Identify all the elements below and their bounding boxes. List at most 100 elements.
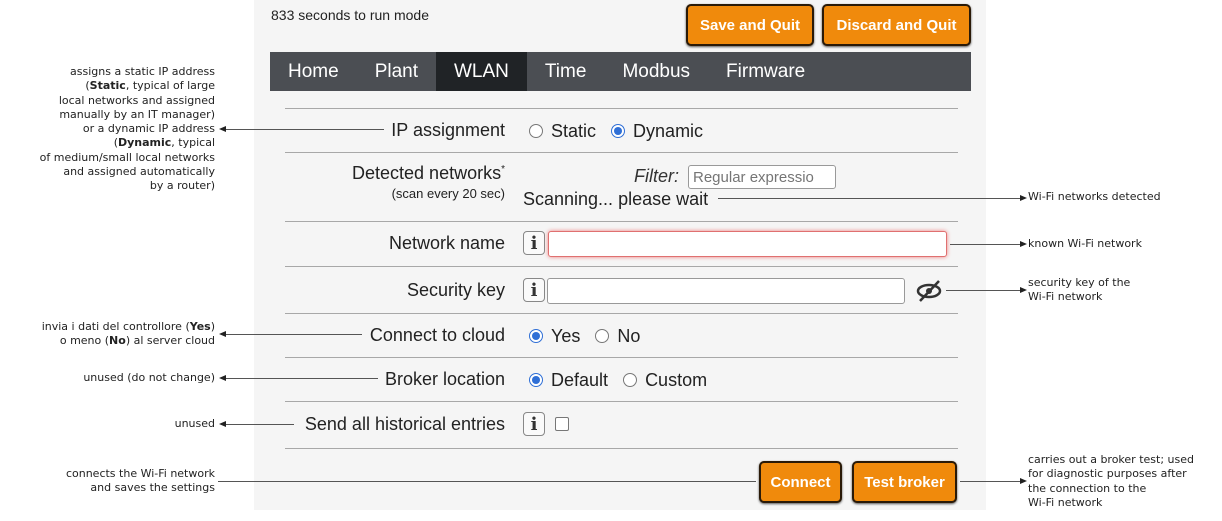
annotation-ip-assignment: assigns a static IP address (Static, typ… [40, 65, 215, 194]
annotation-connect: connects the Wi-Fi network and saves the… [66, 467, 215, 496]
leader-line [226, 334, 362, 335]
annotation-line: of medium/small local networks [39, 150, 215, 164]
annotation-line: manually by an IT manager) [59, 107, 215, 121]
info-icon[interactable]: i [523, 412, 545, 436]
leader-line [226, 424, 294, 425]
arrow-head [1020, 195, 1027, 201]
broker-location-label: Broker location [384, 369, 505, 389]
annotation-historical: unused [174, 417, 215, 430]
divider [285, 266, 958, 267]
radio-custom-label[interactable]: Custom [645, 370, 707, 390]
send-historical-checkbox[interactable] [555, 417, 569, 431]
leader-line [226, 378, 378, 379]
connect-to-cloud-label: Connect to cloud [369, 325, 505, 345]
broker-radio-group: Default Custom [529, 370, 717, 391]
divider [285, 108, 958, 109]
tab-home[interactable]: Home [270, 52, 357, 91]
annotation-line: the connection to the [1028, 481, 1147, 495]
arrow-head [1020, 241, 1027, 247]
asterisk: * [501, 164, 505, 175]
annotation-line: by a router) [149, 179, 215, 193]
radio-custom[interactable] [623, 373, 638, 387]
send-historical-label: Send all historical entries [304, 414, 505, 434]
annotation-line: Wi-Fi network [1028, 290, 1103, 304]
detected-networks-label: Detected networks* [352, 163, 505, 184]
annotation-line: Wi-Fi network [1028, 495, 1103, 509]
eye-slash-icon[interactable] [914, 279, 944, 303]
annotation-line: local networks and assigned [58, 93, 215, 107]
annotation-line: and assigned automatically [63, 165, 215, 179]
connect-button[interactable]: Connect [759, 461, 842, 503]
radio-yes[interactable] [529, 329, 543, 343]
annotation-bold: Dynamic [117, 136, 172, 150]
network-name-input[interactable] [548, 231, 947, 257]
annotation-line: connects the Wi-Fi network [65, 467, 215, 480]
annotation-security: security key of the Wi-Fi network [1028, 276, 1130, 305]
radio-static-label[interactable]: Static [551, 121, 596, 141]
tab-firmware[interactable]: Firmware [708, 52, 823, 91]
annotation-line: (Static, typical of large [40, 79, 215, 93]
radio-dynamic[interactable] [611, 124, 626, 138]
annotation-line: or a dynamic IP address [82, 122, 215, 136]
annotation-line: o meno (No) al server cloud [42, 334, 215, 348]
annotation-line: and saves the settings [90, 481, 215, 495]
annotation-text: ) al server cloud [125, 334, 215, 348]
leader-line [226, 129, 384, 130]
filter-label: Filter: [634, 166, 679, 186]
tab-modbus[interactable]: Modbus [604, 52, 708, 91]
ip-assignment-radio-group: Static Dynamic [529, 121, 713, 142]
leader-line [950, 244, 1020, 245]
divider [285, 401, 958, 402]
filter-input[interactable] [688, 165, 836, 189]
tab-plant[interactable]: Plant [357, 52, 436, 91]
leader-line [718, 198, 1020, 199]
arrow-head [219, 126, 226, 132]
security-key-input[interactable] [547, 278, 905, 304]
divider [285, 313, 958, 314]
test-broker-button[interactable]: Test broker [852, 461, 957, 503]
annotation-line: (Dynamic, typical [40, 136, 215, 150]
save-and-quit-button[interactable]: Save and Quit [686, 4, 814, 46]
radio-no[interactable] [595, 329, 610, 343]
leader-line [218, 481, 756, 482]
annotation-line: assigns a static IP address [70, 65, 215, 78]
radio-static[interactable] [529, 124, 543, 138]
radio-no-label[interactable]: No [617, 326, 640, 346]
arrow-head [219, 331, 226, 337]
leader-line [960, 481, 1020, 482]
cloud-radio-group: Yes No [529, 326, 650, 347]
discard-and-quit-button[interactable]: Discard and Quit [822, 4, 971, 46]
annotation-line: security key of the [1028, 276, 1131, 289]
annotation-line: carries out a broker test; used [1028, 453, 1194, 466]
scan-interval-note: (scan every 20 sec) [391, 186, 505, 201]
tab-time[interactable]: Time [527, 52, 605, 91]
detected-networks-text: Detected networks [352, 163, 502, 183]
annotation-bold: No [109, 334, 126, 348]
radio-default-label[interactable]: Default [551, 370, 608, 390]
scanning-status: Scanning... please wait [523, 189, 709, 209]
divider [285, 357, 958, 358]
arrow-head [1020, 287, 1027, 293]
info-icon[interactable]: i [523, 231, 545, 255]
annotation-detected: Wi-Fi networks detected [1028, 190, 1161, 203]
annotation-broker: unused (do not change) [83, 371, 215, 384]
divider [285, 448, 958, 449]
security-key-label: Security key [406, 280, 505, 300]
annotation-text: , typical of large [125, 79, 215, 93]
radio-default[interactable] [529, 373, 543, 387]
arrow-head [219, 421, 226, 427]
annotation-text: o meno ( [59, 334, 110, 348]
annotation-text: ) [210, 320, 215, 333]
radio-yes-label[interactable]: Yes [551, 326, 580, 346]
radio-dynamic-label[interactable]: Dynamic [633, 121, 703, 141]
annotation-line: invia i dati del controllore (Yes) [42, 320, 215, 334]
annotation-network-name: known Wi-Fi network [1028, 237, 1142, 250]
countdown-text: 833 seconds to run mode [271, 7, 429, 23]
annotation-line: for diagnostic purposes after [1028, 467, 1187, 481]
arrow-head [219, 375, 226, 381]
divider [285, 221, 958, 222]
ip-assignment-label: IP assignment [391, 120, 505, 140]
tab-wlan[interactable]: WLAN [436, 52, 527, 91]
annotation-text: invia i dati del controllore ( [41, 320, 190, 333]
info-icon[interactable]: i [523, 278, 545, 302]
